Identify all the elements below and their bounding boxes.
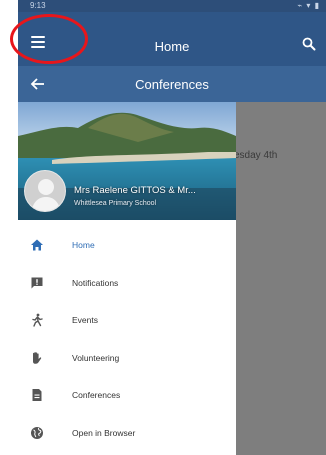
user-name: Mrs Raelene GITTOS & Mr... <box>74 185 196 196</box>
drawer-item-open-in-browser[interactable]: Open in Browser <box>18 416 236 454</box>
status-icons: ⌁ ▾ ▮ <box>297 1 320 10</box>
drawer-item-notifications[interactable]: Notifications <box>18 266 236 304</box>
home-icon <box>31 239 43 251</box>
status-time: 9:13 <box>30 1 46 10</box>
user-school: Whittlesea Primary School <box>74 200 157 207</box>
drawer-item-label: Conferences <box>72 390 121 400</box>
app-screen: 9:13 ⌁ ▾ ▮ Home Conferences esday 4th Mr… <box>18 0 326 455</box>
background-conference-date: esday 4th <box>234 150 278 161</box>
conferences-icon <box>32 389 42 401</box>
globe-icon <box>31 426 43 439</box>
volunteering-icon <box>33 351 42 364</box>
avatar <box>24 170 66 212</box>
section-title: Conferences <box>135 77 209 92</box>
drawer-menu: Home Notifications Events Volunteering C… <box>18 228 236 453</box>
drawer-item-events[interactable]: Events <box>18 303 236 341</box>
events-icon <box>32 313 43 327</box>
drawer-item-label: Volunteering <box>72 352 120 363</box>
drawer-item-label: Home <box>72 240 95 250</box>
drawer-item-label: Open in Browser <box>72 427 136 438</box>
drawer-item-conferences[interactable]: Conferences <box>18 378 236 416</box>
notification-icon <box>31 277 43 288</box>
drawer-item-volunteering[interactable]: Volunteering <box>18 341 236 379</box>
drawer-item-home[interactable]: Home <box>18 228 236 266</box>
drawer-header: Mrs Raelene GITTOS & Mr... Whittlesea Pr… <box>18 102 236 220</box>
status-bar: 9:13 ⌁ ▾ ▮ <box>18 0 326 12</box>
drawer-item-label: Notifications <box>72 277 119 288</box>
section-bar: Conferences <box>18 66 326 102</box>
drawer-item-label: Events <box>72 315 98 325</box>
top-app-bar: Home <box>18 12 326 66</box>
page-title: Home <box>154 39 190 54</box>
search-icon[interactable] <box>302 37 316 51</box>
navigation-drawer: Mrs Raelene GITTOS & Mr... Whittlesea Pr… <box>18 102 236 455</box>
